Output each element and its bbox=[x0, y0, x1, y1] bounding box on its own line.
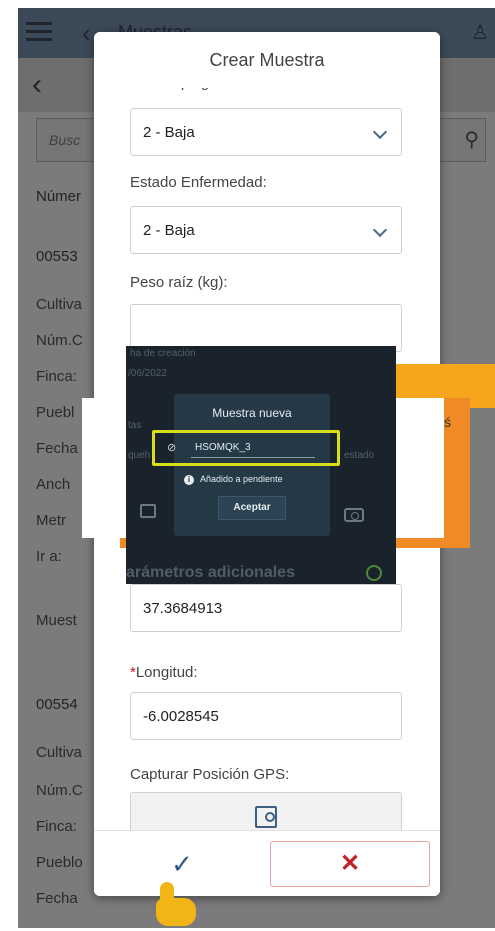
inset-date-label: ha de creación bbox=[130, 348, 196, 359]
inset-new-sample-dialog: Muestra nueva ⊘ HSOMQK_3 i Añadido a pend… bbox=[152, 394, 340, 536]
back-chevron-icon[interactable]: ‹ bbox=[32, 68, 42, 102]
sample-code: HSOMQK_3 bbox=[195, 442, 251, 453]
map-location-icon bbox=[255, 806, 277, 828]
latitud-input[interactable]: 37.3684913 bbox=[130, 584, 402, 632]
user-icon[interactable]: ♙ bbox=[471, 20, 489, 45]
inset-dim-text: tas bbox=[128, 420, 142, 431]
estado-enfermedad-select[interactable]: 2 - Baja bbox=[130, 206, 402, 254]
record-id[interactable]: 00554 bbox=[36, 696, 78, 713]
chevron-down-icon bbox=[372, 222, 388, 238]
record-label: Cultiva bbox=[36, 744, 82, 761]
accept-button[interactable]: ✓ bbox=[158, 843, 206, 885]
menu-icon[interactable] bbox=[26, 22, 52, 42]
inset-info-text: Añadido a pendiente bbox=[200, 474, 283, 484]
estado-enfermedad-value: 2 - Baja bbox=[143, 222, 195, 239]
phone-screenshot-inset: ha de creación /06/2022 tas queh estado … bbox=[126, 346, 396, 584]
record-section: Muest bbox=[36, 612, 77, 629]
inset-section-header: arámetros adicionales bbox=[126, 564, 295, 581]
record-label: Ir a: bbox=[36, 548, 62, 565]
record-label: Finca: bbox=[36, 818, 77, 835]
chevron-down-icon bbox=[372, 124, 388, 140]
record-label: Núm.C bbox=[36, 782, 83, 799]
layers-icon bbox=[140, 504, 156, 518]
peso-raiz-input[interactable] bbox=[130, 304, 402, 352]
record-label: Núm.C bbox=[36, 332, 83, 349]
link-icon: ⊘ bbox=[167, 442, 177, 454]
add-circle-icon bbox=[366, 565, 382, 581]
inset-date-value: /06/2022 bbox=[128, 368, 167, 379]
camera-icon bbox=[344, 508, 364, 522]
estado-plaga-value: 2 - Baja bbox=[143, 124, 195, 141]
longitud-input[interactable]: -6.0028545 bbox=[130, 692, 402, 740]
record-label: Anch bbox=[36, 476, 71, 493]
estado-enfermedad-label: Estado Enfermedad: bbox=[130, 174, 267, 191]
latitud-value: 37.3684913 bbox=[143, 600, 223, 617]
inset-dim-text: queh bbox=[128, 450, 151, 461]
record-label: Cultiva bbox=[36, 296, 82, 313]
gps-label: Capturar Posición GPS: bbox=[130, 766, 290, 783]
search-icon[interactable]: ⚲ bbox=[464, 127, 479, 152]
info-icon: i bbox=[184, 475, 194, 485]
record-label: Metr bbox=[36, 512, 66, 529]
inset-dialog-title: Muestra nueva bbox=[212, 406, 292, 420]
cancel-button[interactable]: ✕ bbox=[270, 841, 430, 887]
longitud-label: *Longitud: bbox=[130, 664, 198, 681]
peso-raiz-label: Peso raíz (kg): bbox=[130, 274, 228, 291]
back-arrow-icon[interactable]: ‹ bbox=[82, 18, 91, 49]
record-label: Finca: bbox=[36, 368, 77, 385]
record-id[interactable]: 00553 bbox=[36, 248, 78, 265]
hand-palm bbox=[156, 898, 196, 926]
highlight-box: ⊘ HSOMQK_3 bbox=[152, 430, 340, 466]
inset-accept-button: Aceptar bbox=[218, 496, 286, 520]
dialog-footer: ✓ ✕ bbox=[94, 830, 440, 896]
inset-info-row: i Añadido a pendiente bbox=[184, 474, 283, 485]
record-label: Fecha bbox=[36, 440, 78, 457]
record-label: Puebl bbox=[36, 404, 75, 421]
record-label: Fecha bbox=[36, 890, 78, 907]
callout-side-text: ś bbox=[444, 414, 451, 430]
dialog-title: Crear Muestra bbox=[94, 32, 440, 88]
inset-dim-text: estado bbox=[344, 450, 375, 461]
column-header: Númer bbox=[36, 188, 82, 205]
estado-plaga-select[interactable]: 2 - Baja bbox=[130, 108, 402, 156]
code-underline bbox=[191, 457, 315, 458]
longitud-label-text: Longitud: bbox=[135, 664, 198, 681]
pointing-hand-icon bbox=[150, 882, 204, 928]
record-label: Pueblo bbox=[36, 854, 83, 871]
screenshot-stage: ‹ Muestras ♙ ‹ Busc ⚲ Númer 00553 Cultiv… bbox=[0, 0, 495, 931]
search-placeholder: Busc bbox=[49, 132, 81, 148]
longitud-value: -6.0028545 bbox=[143, 708, 219, 725]
